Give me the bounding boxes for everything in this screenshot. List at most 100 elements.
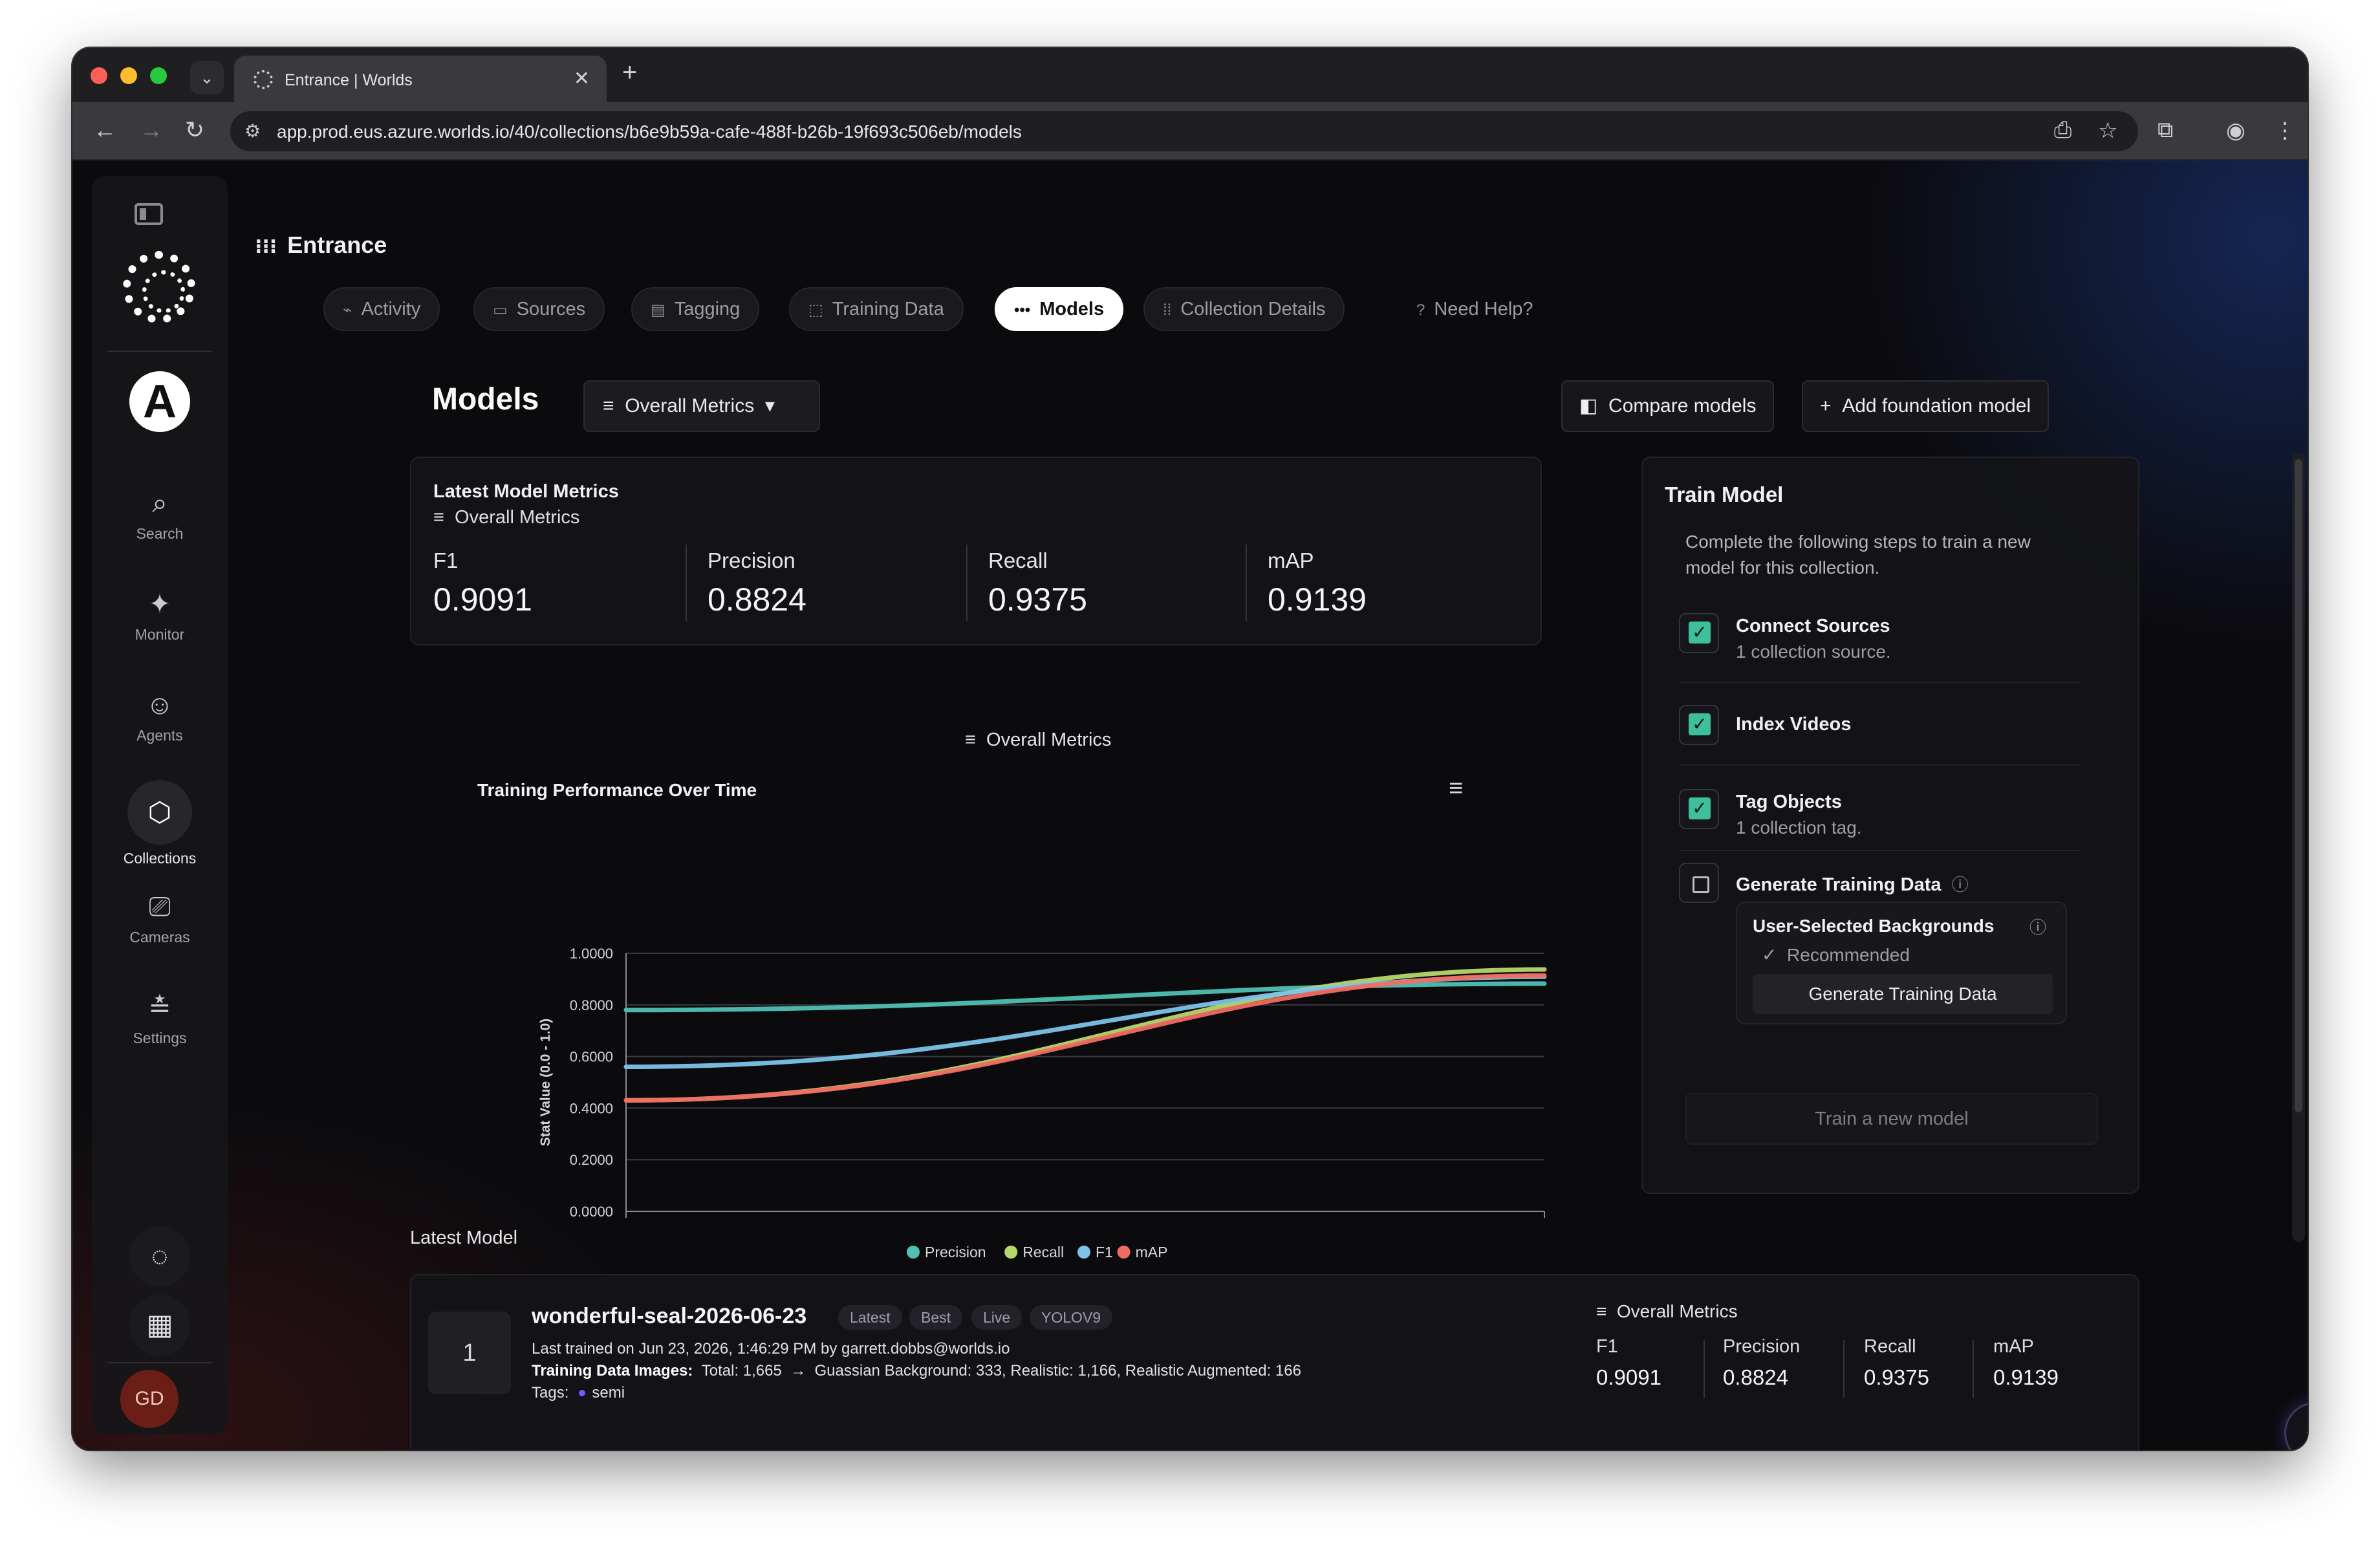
browser-tab[interactable]: Entrance | Worlds ✕ [234, 56, 607, 102]
app-page: A ⌕ Search ✦ Monitor ☺ Agents ⬡ Collecti… [72, 160, 2308, 1450]
metric-value: 0.8824 [1723, 1365, 1788, 1389]
sidebar-collapse-icon[interactable] [135, 203, 163, 225]
sidebar-item-search[interactable]: ⌕ Search [92, 486, 228, 543]
minimize-window-button[interactable] [120, 67, 137, 84]
badge-architecture: YOLOV9 [1030, 1305, 1113, 1330]
reload-icon[interactable]: ↻ [185, 116, 204, 144]
sidebar: A ⌕ Search ✦ Monitor ☺ Agents ⬡ Collecti… [92, 176, 228, 1434]
sidebar-item-collections[interactable]: ⬡ Collections [92, 780, 228, 867]
latest-model-card[interactable]: 1 wonderful-seal-2026-06-23 Latest Best … [410, 1274, 2139, 1450]
sidebar-item-monitor[interactable]: ✦ Monitor [92, 587, 228, 644]
add-foundation-model-button[interactable]: + Add foundation model [1802, 380, 2050, 432]
model-name[interactable]: wonderful-seal-2026-06-23 [532, 1304, 806, 1329]
model-metrics-title: ≡ Overall Metrics [1596, 1301, 1738, 1321]
assistant-sparkle-button[interactable]: ✦ [2284, 1402, 2308, 1450]
metric-value: 0.9139 [1993, 1365, 2059, 1389]
loading-icon[interactable]: ◌ [129, 1226, 190, 1287]
sidebar-item-cameras[interactable]: ⎚ Cameras [92, 890, 228, 946]
site-settings-icon[interactable]: ⚙ [244, 120, 261, 142]
legend-marker-f1 [1077, 1246, 1090, 1259]
train-model-panel: Train Model Complete the following steps… [1641, 457, 2139, 1194]
sidebar-item-agents[interactable]: ☺ Agents [92, 688, 228, 744]
maximize-window-button[interactable] [150, 67, 167, 84]
close-window-button[interactable] [91, 67, 107, 84]
camera-icon: ⎚ [149, 891, 171, 922]
metric-value: 0.9139 [1268, 581, 1367, 618]
step-divider [1679, 682, 2080, 683]
step-name: Tag Objects [1736, 792, 1842, 812]
sidebar-item-settings[interactable]: ≛ Settings [92, 991, 228, 1047]
tab-collection-details[interactable]: ⁞⁞ Collection Details [1143, 287, 1345, 331]
tag-chip[interactable]: semi [592, 1384, 625, 1401]
background-option-card[interactable]: User-Selected Backgrounds ⓘ ✓ Recommende… [1736, 902, 2067, 1024]
step-checkbox[interactable] [1679, 613, 1719, 653]
building-icon[interactable]: ▦ [129, 1295, 190, 1356]
model-metric-map: mAP 0.9139 [1993, 1336, 2059, 1390]
step-divider [1679, 764, 2080, 766]
y-tick-label: 0.6000 [570, 1049, 613, 1065]
org-avatar[interactable]: A [129, 371, 190, 432]
metric-label: mAP [1993, 1336, 2034, 1357]
train-model-intro: Complete the following steps to train a … [1685, 529, 2031, 581]
metric-map: mAP 0.9139 [1268, 548, 1367, 618]
chart-caption: ≡ Overall Metrics [965, 730, 1112, 750]
recommended-label: ✓ Recommended [1762, 945, 1910, 965]
step-checkbox[interactable] [1679, 705, 1719, 745]
metric-label: Recall [988, 548, 1048, 572]
address-bar[interactable]: ⚙ app.prod.eus.azure.worlds.io/40/collec… [230, 111, 2138, 151]
new-tab-button[interactable]: + [622, 58, 637, 87]
help-circle-icon[interactable]: ⓘ [1952, 875, 1969, 894]
bookmark-star-icon[interactable]: ☆ [2098, 118, 2117, 144]
tab-label: Training Data [832, 299, 944, 319]
plus-icon: + [1820, 395, 1832, 416]
more-menu-icon[interactable]: ⋮ [2274, 118, 2296, 144]
sidebar-divider [107, 351, 212, 352]
y-tick-label: 0.4000 [570, 1100, 613, 1116]
need-help-link[interactable]: ? Need Help? [1397, 287, 1553, 331]
close-tab-icon[interactable]: ✕ [574, 67, 590, 90]
training-performance-chart: 1.0000 0.8000 0.6000 0.4000 0.2000 0.0000 Stat… [538, 946, 1547, 1260]
step-checkbox[interactable] [1679, 863, 1719, 903]
tab-activity[interactable]: ⌁ Activity [323, 287, 440, 331]
legend-marker-recall [1004, 1246, 1018, 1259]
monitor-icon: ✦ [148, 589, 171, 619]
tab-sources[interactable]: ▭ Sources [473, 287, 605, 331]
user-avatar[interactable]: GD [120, 1370, 178, 1428]
step-desc: 1 collection tag. [1736, 817, 1862, 838]
step-checkbox[interactable] [1679, 789, 1719, 829]
tagging-icon: ▤ [651, 301, 665, 319]
install-app-icon[interactable]: ⎙ [2054, 118, 2072, 143]
url-text[interactable]: app.prod.eus.azure.worlds.io/40/collecti… [277, 122, 1022, 142]
tab-tagging[interactable]: ▤ Tagging [631, 287, 760, 331]
metric-label: Recall [1864, 1336, 1916, 1357]
browser-tab-bar: ⌄ Entrance | Worlds ✕ + [72, 48, 2308, 102]
generate-training-data-button[interactable]: Generate Training Data [1753, 974, 2053, 1014]
metric-value: 0.8824 [708, 581, 806, 618]
tag-color-dot [579, 1390, 586, 1396]
profile-icon[interactable]: ◉ [2226, 118, 2245, 144]
latest-model-heading: Latest Model [410, 1228, 518, 1248]
content-scrollbar-thumb[interactable] [2295, 459, 2302, 1112]
latest-metrics-subtitle: ≡ Overall Metrics [433, 507, 580, 528]
legend-label-precision: Precision [925, 1244, 986, 1260]
y-tick-label: 0.2000 [570, 1152, 613, 1168]
back-arrow-icon[interactable]: ← [93, 116, 116, 144]
intro-line: Complete the following steps to train a … [1685, 532, 2031, 552]
agent-icon: ☺ [146, 689, 174, 720]
tab-label: Activity [361, 299, 421, 319]
chart-menu-icon[interactable]: ≡ [1449, 775, 1463, 803]
tab-training-data[interactable]: ⬚ Training Data [789, 287, 964, 331]
compare-models-button[interactable]: ◧ Compare models [1561, 380, 1775, 432]
tab-search-button[interactable]: ⌄ [190, 61, 224, 94]
legend-label-recall: Recall [1022, 1244, 1064, 1260]
step-name: Connect Sources [1736, 616, 1890, 636]
tab-models[interactable]: ••• Models [995, 287, 1124, 331]
train-new-model-button[interactable]: Train a new model [1685, 1093, 2098, 1145]
metric-dropdown[interactable]: ≡ Overall Metrics ▾ [583, 380, 820, 432]
help-icon: ? [1416, 301, 1425, 319]
metric-value: 0.9375 [1864, 1365, 1929, 1389]
details-icon: ⁞⁞ [1163, 301, 1172, 319]
extensions-icon[interactable]: ⧉ [2158, 118, 2173, 143]
help-circle-icon[interactable]: ⓘ [2029, 914, 2046, 938]
forward-arrow-icon[interactable]: → [140, 116, 163, 144]
